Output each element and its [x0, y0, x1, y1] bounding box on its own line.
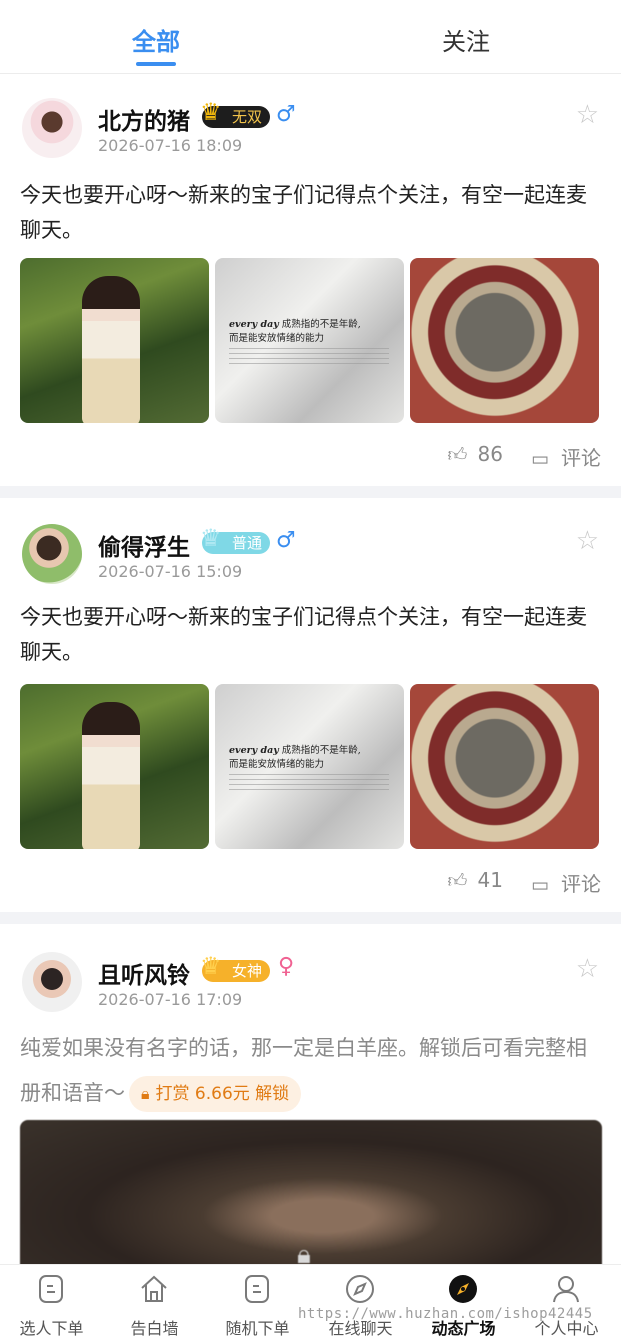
user-name[interactable]: 偷得浮生: [98, 528, 190, 562]
like-count: 86: [477, 442, 503, 466]
star-icon[interactable]: ☆: [576, 100, 599, 130]
photo-quote[interactable]: every day 成熟指的不是年龄, 而是能安放情绪的能力: [215, 684, 404, 849]
photo-bbq[interactable]: [410, 684, 599, 849]
watermark: https://www.huzhan.com/ishop42445: [298, 1306, 593, 1322]
comment-icon: ▭: [531, 874, 549, 896]
unlock-label: 打赏 6.66元 解锁: [155, 1084, 290, 1104]
tab-online-chat[interactable]: 在线聊天: [309, 1265, 412, 1344]
compass-icon: [346, 1275, 374, 1303]
tab-select-order[interactable]: 选人下单: [0, 1265, 103, 1344]
blurred-photo[interactable]: 🔒︎: [20, 1120, 602, 1280]
image-grid: every day 成熟指的不是年龄, 而是能安放情绪的能力: [20, 258, 602, 423]
photo-quote[interactable]: every day 成熟指的不是年龄, 而是能安放情绪的能力: [215, 258, 404, 423]
quote-cn: 成熟指的不是年龄,: [281, 319, 361, 330]
user-name[interactable]: 且听风铃: [98, 956, 190, 990]
quote-en: every day: [229, 745, 279, 756]
star-icon[interactable]: ☆: [576, 526, 599, 556]
post-card: 偷得浮生 ♛ 普通 ♂ 2026-07-16 15:09 ☆ 今天也要开心呀～新…: [0, 498, 621, 912]
avatar[interactable]: [22, 98, 82, 158]
bottom-tab-bar: 选人下单 告白墙 随机下单 在线聊天 动态广场 个人中心: [0, 1264, 621, 1344]
post-card: 且听风铃 ♛ 女神 ♀ 2026-07-16 17:09 ☆ 纯爱如果没有名字的…: [0, 924, 621, 1280]
comment-label: 评论: [561, 872, 601, 896]
tab-profile[interactable]: 个人中心: [515, 1265, 621, 1344]
level-badge: ♛ 女神: [200, 954, 271, 982]
avatar[interactable]: [22, 524, 82, 584]
comment-button[interactable]: ▭ 评论: [531, 442, 601, 471]
image-grid: every day 成熟指的不是年龄, 而是能安放情绪的能力: [20, 684, 602, 849]
comment-button[interactable]: ▭ 评论: [531, 868, 601, 897]
quote-subtext: [229, 774, 389, 792]
thumbs-up-icon: 👍︎: [447, 870, 468, 892]
level-badge: ♛ 无双: [200, 100, 271, 128]
random-order-icon: [245, 1275, 269, 1303]
male-icon: ♂: [276, 102, 296, 127]
badge-label: 无双: [232, 108, 263, 126]
quote-cn2: 而是能安放情绪的能力: [229, 333, 325, 344]
post-text: 今天也要开心呀～新来的宝子们记得点个关注，有空一起连麦聊天。: [20, 183, 587, 242]
order-icon: [39, 1275, 63, 1303]
post-text: 纯爱如果没有名字的话，那一定是白羊座。解锁后可看完整相册和语音～ 🔒︎ 打赏 6.6…: [20, 1026, 600, 1116]
photo-girl[interactable]: [20, 258, 209, 423]
male-icon: ♂: [276, 528, 296, 553]
post-time: 2026-07-16 17:09: [98, 990, 243, 1009]
post-time: 2026-07-16 15:09: [98, 562, 243, 581]
photo-bbq[interactable]: [410, 258, 599, 423]
locked-text: 纯爱如果没有名字的话，那一定是白羊座。解锁后可看完整相册和语音～: [20, 1036, 587, 1105]
user-icon: [553, 1276, 579, 1303]
lock-icon: 🔒︎: [141, 1084, 150, 1103]
home-icon: [141, 1275, 167, 1302]
photo-girl[interactable]: [20, 684, 209, 849]
top-tabs: 全部 关注: [0, 0, 621, 74]
divider: [0, 912, 621, 924]
unlock-button[interactable]: 🔒︎ 打赏 6.66元 解锁: [129, 1076, 302, 1112]
tab-label: 随机下单: [225, 1319, 290, 1338]
badge-label: 普通: [232, 534, 263, 552]
like-button[interactable]: 👍︎ 41: [448, 868, 503, 893]
like-button[interactable]: 👍︎ 86: [448, 442, 503, 467]
crown-icon: ♛: [200, 952, 222, 980]
star-icon[interactable]: ☆: [576, 954, 599, 984]
like-count: 41: [477, 868, 503, 892]
active-tab-indicator: [136, 62, 176, 66]
crown-icon: ♛: [200, 524, 222, 552]
quote-cn: 成熟指的不是年龄,: [281, 745, 361, 756]
tab-random-order[interactable]: 随机下单: [206, 1265, 309, 1344]
avatar[interactable]: [22, 952, 82, 1012]
tab-follow[interactable]: 关注: [406, 22, 526, 57]
user-name[interactable]: 北方的猪: [98, 102, 190, 136]
comment-label: 评论: [561, 446, 601, 470]
compass-active-icon: [449, 1275, 477, 1303]
female-icon: ♀: [278, 954, 295, 979]
comment-icon: ▭: [531, 448, 549, 470]
tab-all[interactable]: 全部: [96, 22, 216, 57]
post-time: 2026-07-16 18:09: [98, 136, 243, 155]
badge-label: 女神: [232, 962, 263, 980]
quote-cn2: 而是能安放情绪的能力: [229, 759, 325, 770]
tab-moments-square[interactable]: 动态广场: [412, 1265, 515, 1344]
divider: [0, 486, 621, 498]
crown-icon: ♛: [200, 98, 222, 126]
quote-en: every day: [229, 319, 279, 330]
post-text: 今天也要开心呀～新来的宝子们记得点个关注，有空一起连麦聊天。: [20, 605, 587, 664]
quote-subtext: [229, 348, 389, 366]
tab-label: 告白墙: [130, 1319, 179, 1338]
tab-label: 选人下单: [19, 1319, 84, 1338]
post-card: 北方的猪 ♛ 无双 ♂ 2026-07-16 18:09 ☆ 今天也要开心呀～新…: [0, 74, 621, 486]
thumbs-up-icon: 👍︎: [447, 444, 468, 466]
level-badge: ♛ 普通: [200, 526, 271, 554]
tab-confession-wall[interactable]: 告白墙: [103, 1265, 206, 1344]
